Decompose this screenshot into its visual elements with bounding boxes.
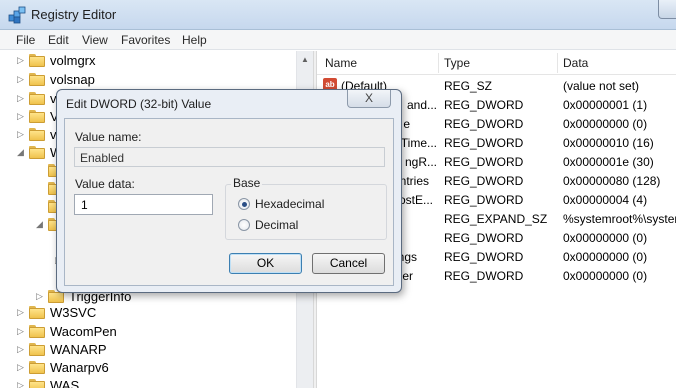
- column-header-name[interactable]: Name: [325, 56, 357, 70]
- expand-arrow-icon[interactable]: ▷: [17, 307, 24, 318]
- scroll-up-arrow-icon[interactable]: ▲: [301, 55, 309, 64]
- value-type: REG_DWORD: [444, 117, 524, 131]
- close-icon: X: [364, 91, 373, 105]
- expand-arrow-icon[interactable]: ▷: [17, 93, 24, 104]
- folder-icon: [29, 73, 45, 86]
- expand-arrow-icon[interactable]: ▷: [17, 380, 24, 388]
- base-groupbox: [225, 184, 387, 240]
- expand-arrow-icon[interactable]: ▷: [17, 129, 24, 140]
- folder-icon: [29, 343, 45, 356]
- window-title: Registry Editor: [31, 7, 117, 22]
- folder-icon: [29, 128, 45, 141]
- tree-item[interactable]: ▷ Wanarpv6: [0, 359, 296, 377]
- value-type: REG_DWORD: [444, 231, 524, 245]
- decimal-radio-label[interactable]: Decimal: [255, 218, 298, 232]
- value-data: 0x00000080 (128): [563, 174, 661, 188]
- expand-arrow-icon[interactable]: ▷: [17, 111, 24, 122]
- dialog-body: Value name: Enabled Value data: 1 Base H…: [64, 118, 394, 286]
- value-type: REG_DWORD: [444, 98, 524, 112]
- value-type: REG_DWORD: [444, 174, 524, 188]
- value-name-label: Value name:: [75, 130, 142, 144]
- base-groupbox-title: Base: [231, 176, 263, 190]
- title-bar: Registry Editor: [0, 0, 676, 30]
- value-data: 0x00000000 (0): [563, 231, 648, 245]
- tree-item-label: volmgrx: [50, 53, 96, 68]
- value-type: REG_DWORD: [444, 136, 524, 150]
- value-data: 0x00000004 (4): [563, 193, 648, 207]
- tree-item-label: WANARP: [50, 342, 107, 357]
- dialog-title: Edit DWORD (32-bit) Value: [66, 97, 212, 111]
- edit-dword-dialog: Edit DWORD (32-bit) Value X Value name: …: [56, 89, 402, 293]
- value-data: 0x00000000 (0): [563, 269, 648, 283]
- value-type: REG_DWORD: [444, 269, 524, 283]
- expand-arrow-icon[interactable]: ▷: [17, 344, 24, 355]
- collapse-arrow-icon[interactable]: ◢: [36, 219, 43, 230]
- hexadecimal-radio[interactable]: [238, 198, 250, 210]
- menu-edit[interactable]: Edit: [48, 33, 69, 47]
- expand-arrow-icon[interactable]: ▷: [17, 55, 24, 66]
- folder-icon: [29, 54, 45, 67]
- menu-bar: File Edit View Favorites Help: [0, 30, 676, 50]
- tree-item[interactable]: ▷ WANARP: [0, 341, 296, 359]
- menu-help[interactable]: Help: [182, 33, 207, 47]
- folder-icon: [29, 306, 45, 319]
- cancel-button[interactable]: Cancel: [312, 253, 385, 274]
- tree-item-label: W3SVC: [50, 305, 97, 320]
- decimal-radio[interactable]: [238, 219, 250, 231]
- value-data: 0x00000001 (1): [563, 98, 648, 112]
- list-header: Name Type Data: [317, 51, 676, 75]
- value-data-label: Value data:: [75, 177, 135, 191]
- value-type: REG_DWORD: [444, 155, 524, 169]
- folder-icon: [29, 379, 45, 388]
- expand-arrow-icon[interactable]: ▷: [17, 362, 24, 373]
- menu-favorites[interactable]: Favorites: [121, 33, 170, 47]
- tree-item[interactable]: ▷ volsnap: [0, 71, 296, 89]
- expand-arrow-icon[interactable]: ▷: [17, 74, 24, 85]
- tree-item-label: WacomPen: [50, 324, 117, 339]
- tree-item[interactable]: ▷ volmgrx: [0, 52, 296, 70]
- ok-button[interactable]: OK: [229, 253, 302, 274]
- value-data-input[interactable]: 1: [74, 194, 213, 215]
- column-header-data[interactable]: Data: [563, 56, 588, 70]
- registry-editor-icon: [8, 6, 26, 24]
- value-type: REG_DWORD: [444, 193, 524, 207]
- folder-icon: [29, 92, 45, 105]
- folder-icon: [29, 361, 45, 374]
- column-divider[interactable]: [438, 53, 439, 73]
- value-type: REG_EXPAND_SZ: [444, 212, 548, 226]
- value-data: 0x0000001e (30): [563, 155, 654, 169]
- menu-file[interactable]: File: [16, 33, 35, 47]
- minimize-button[interactable]: [658, 0, 676, 19]
- value-data: 0x00000000 (0): [563, 117, 648, 131]
- dialog-close-button[interactable]: X: [347, 90, 391, 108]
- value-type: REG_DWORD: [444, 250, 524, 264]
- value-data: 0x00000010 (16): [563, 136, 654, 150]
- tree-item-label: Wanarpv6: [50, 360, 109, 375]
- hexadecimal-radio-label[interactable]: Hexadecimal: [255, 197, 324, 211]
- value-data: (value not set): [563, 79, 640, 93]
- tree-item[interactable]: ▷ W3SVC: [0, 304, 296, 322]
- folder-icon: [29, 325, 45, 338]
- expand-arrow-icon[interactable]: ▷: [17, 326, 24, 337]
- tree-item[interactable]: ▷ WacomPen: [0, 323, 296, 341]
- collapse-arrow-icon[interactable]: ◢: [17, 147, 24, 158]
- column-header-type[interactable]: Type: [444, 56, 470, 70]
- tree-item-label: volsnap: [50, 72, 95, 87]
- value-type: REG_SZ: [444, 79, 493, 93]
- expand-arrow-icon[interactable]: ▷: [36, 291, 43, 302]
- folder-open-icon: [29, 146, 45, 159]
- value-data: %systemroot%\system: [563, 212, 676, 226]
- menu-view[interactable]: View: [82, 33, 108, 47]
- value-data: 0x00000000 (0): [563, 250, 648, 264]
- tree-item-label: WAS: [50, 378, 80, 388]
- folder-icon: [29, 110, 45, 123]
- value-name-field: Enabled: [74, 147, 385, 167]
- tree-item[interactable]: ▷ WAS: [0, 377, 296, 388]
- column-divider[interactable]: [557, 53, 558, 73]
